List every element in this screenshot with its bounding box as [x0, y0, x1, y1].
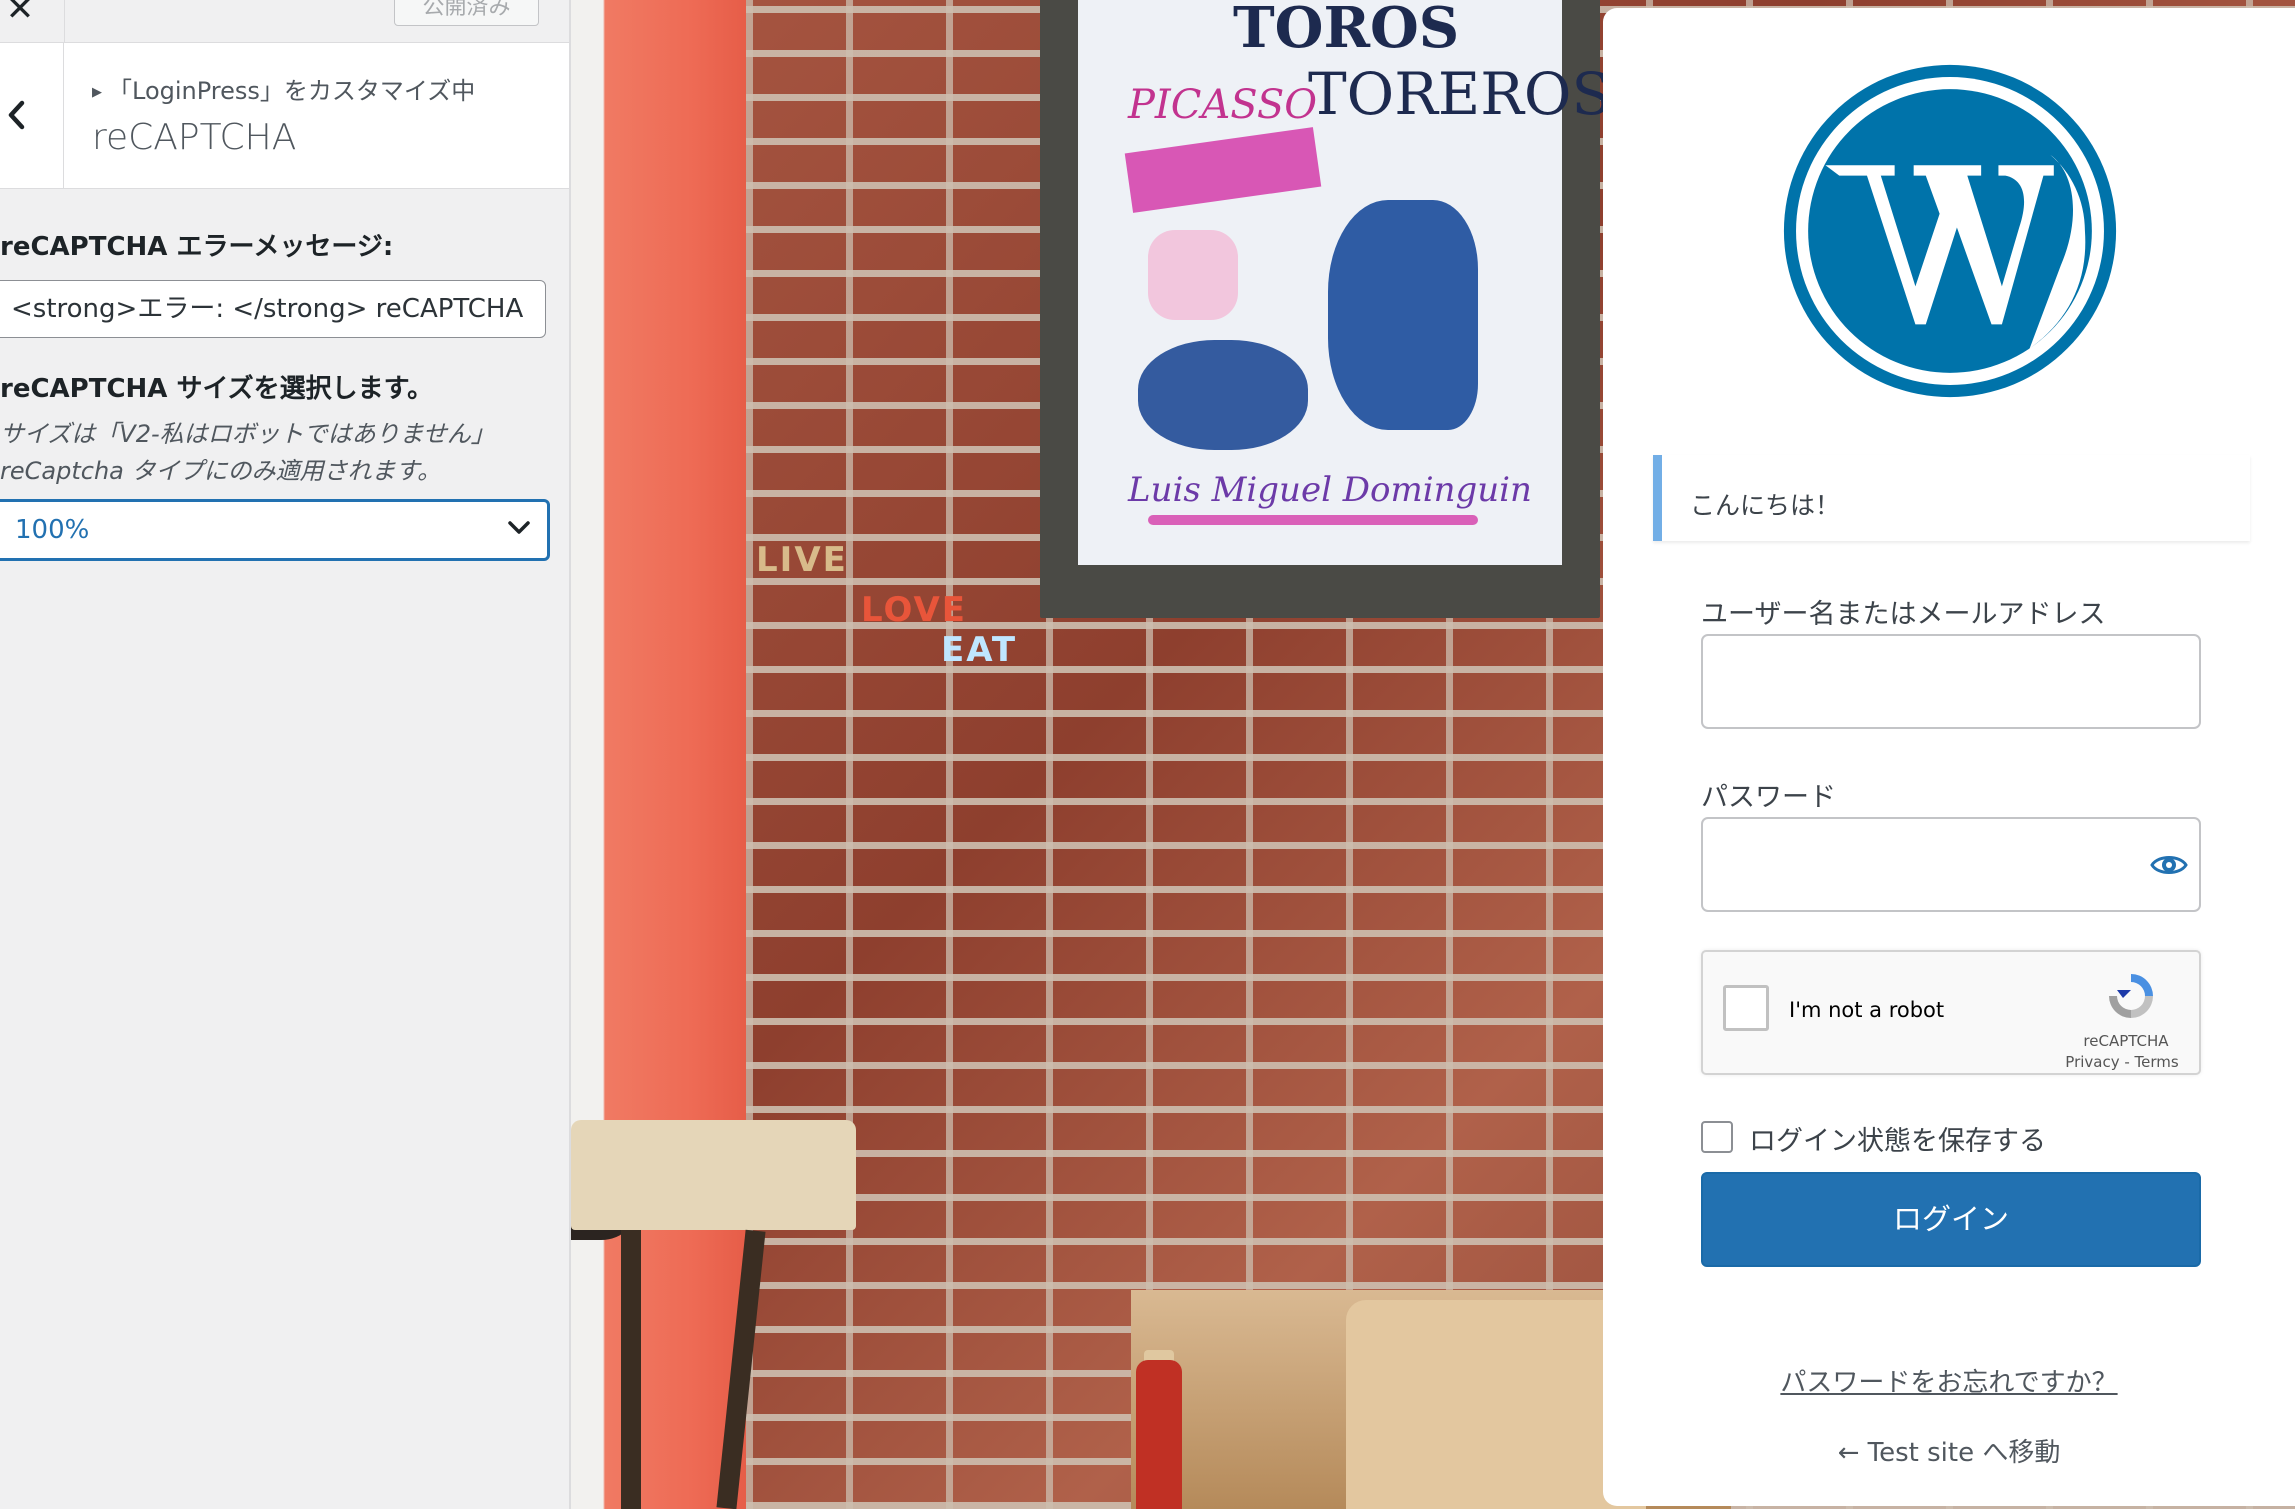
poster-brushstroke	[1124, 127, 1322, 213]
background-poster: TOROS PICASSO TOREROS Luis Miguel Doming…	[1078, 0, 1611, 565]
size-select-value: 100%	[15, 515, 90, 545]
chalk-love: LOVE	[861, 590, 967, 630]
customizer-sidebar: ✕ 公開済み ▶ 「LoginPress」をカスタマイズ中 reCAPTCHA r…	[0, 0, 571, 1509]
poster-signature-underline	[1148, 515, 1478, 525]
recaptcha-privacy-terms-link[interactable]: Privacy - Terms	[2047, 1053, 2197, 1071]
background-wood-chair	[1346, 1300, 1646, 1509]
size-select[interactable]: 100%	[0, 499, 550, 561]
triangle-right-icon: ▶	[92, 85, 102, 100]
remember-me-checkbox[interactable]	[1701, 1121, 1733, 1153]
error-message-input[interactable]: <strong>エラー: </strong> reCAPTCHA	[0, 280, 546, 338]
login-form-card: こんにちは！ ユーザー名またはメールアドレス パスワード I'm not a r…	[1603, 8, 2295, 1506]
section-header: ▶ 「LoginPress」をカスタマイズ中 reCAPTCHA	[0, 43, 569, 189]
breadcrumb-text: 「LoginPress」をカスタマイズ中	[108, 77, 476, 105]
poster-shape	[1148, 230, 1238, 320]
poster-text-picasso: PICASSO	[1128, 82, 1318, 128]
section-title: reCAPTCHA	[92, 117, 297, 158]
chevron-down-icon	[508, 521, 530, 534]
chevron-left-icon	[8, 100, 25, 130]
poster-text-toreros: TOREROS	[1308, 60, 1612, 128]
chalk-live: LIVE	[756, 540, 848, 580]
publish-button[interactable]: 公開済み	[394, 0, 539, 26]
poster-horse-figure	[1328, 200, 1478, 430]
chalk-eat: EAT	[941, 630, 1018, 670]
password-field[interactable]	[1701, 817, 2201, 912]
customizer-header: ✕ 公開済み	[0, 0, 569, 43]
background-chair-leg	[621, 1230, 641, 1509]
username-field[interactable]	[1701, 634, 2201, 729]
breadcrumb: ▶ 「LoginPress」をカスタマイズ中	[92, 71, 475, 106]
poster-signature: Luis Miguel Dominguin	[1128, 470, 1532, 510]
welcome-notice: こんにちは！	[1653, 455, 2250, 541]
size-description-line2: reCaptcha タイプにのみ適用されます。	[0, 457, 442, 485]
recaptcha-checkbox[interactable]	[1723, 985, 1769, 1031]
wordpress-logo-icon[interactable]	[1777, 58, 2123, 404]
size-label: reCAPTCHA サイズを選択します。	[0, 374, 434, 404]
username-label: ユーザー名またはメールアドレス	[1701, 599, 2106, 630]
show-password-eye-icon[interactable]	[2149, 847, 2189, 883]
recaptcha-logo-icon	[2109, 974, 2153, 1018]
recaptcha-widget: I'm not a robot reCAPTCHA Privacy - Term…	[1701, 950, 2201, 1075]
lost-password-link[interactable]: パスワードをお忘れですか？	[1603, 1362, 2295, 1399]
header-divider	[64, 0, 65, 42]
recaptcha-brand: reCAPTCHA	[2083, 1032, 2169, 1050]
background-pillar	[571, 0, 746, 1509]
password-label: パスワード	[1701, 782, 1836, 813]
background-hot-sauce-bottle	[1136, 1360, 1182, 1509]
size-description-line1: サイズは「V2-私はロボットではありません」	[0, 420, 495, 448]
login-submit-button[interactable]: ログイン	[1701, 1172, 2201, 1267]
poster-text-toros: TOROS	[1233, 0, 1460, 61]
close-icon[interactable]: ✕	[0, 0, 40, 32]
background-chair	[571, 1120, 856, 1230]
poster-bull-figure	[1138, 340, 1308, 450]
remember-me-label[interactable]: ログイン状態を保存する	[1749, 1119, 2046, 1158]
back-button[interactable]	[0, 43, 64, 188]
error-message-label: reCAPTCHA エラーメッセージ:	[0, 232, 394, 262]
welcome-notice-text: こんにちは！	[1690, 491, 1841, 520]
back-to-site-link[interactable]: ← Test site へ移動	[1603, 1432, 2295, 1469]
recaptcha-label: I'm not a robot	[1789, 998, 1945, 1022]
